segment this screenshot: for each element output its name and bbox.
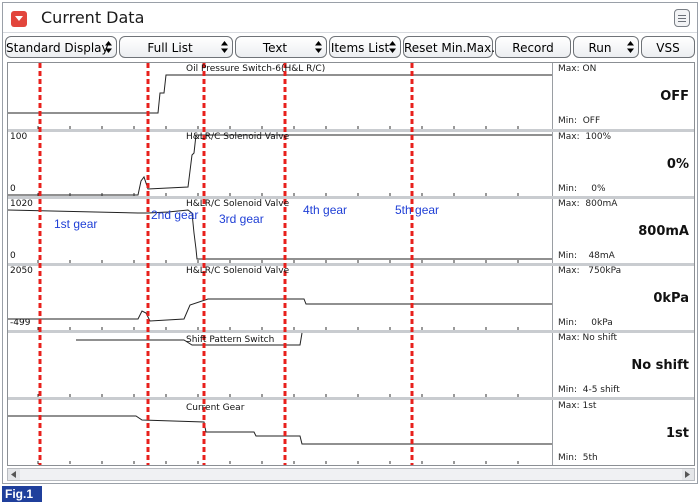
y-axis-max-label: 2050: [10, 266, 33, 276]
panel-title: Current Gear: [186, 403, 245, 413]
y-axis-max-label: 100: [10, 132, 28, 142]
figure-label: Fig.1: [5, 487, 34, 501]
max-value: Max: 750kPa: [558, 266, 622, 276]
panel-title: H&LR/C Solenoid Valve: [186, 266, 290, 276]
spinner-arrows-icon: [627, 41, 634, 53]
value-panel: Max: 750kPa 0kPa Min: 0kPa: [553, 264, 695, 330]
min-value: Min: 0%: [558, 184, 606, 194]
record-label: Record: [512, 41, 554, 55]
value-panel: Max: ON OFF Min: OFF: [553, 63, 695, 129]
panel-title: H&LR/C Solenoid Valve: [186, 199, 290, 209]
spinner-arrows-icon: [105, 41, 112, 53]
vss-button[interactable]: VSS: [641, 36, 695, 58]
current-data-window: Current Data Standard Display Full List …: [2, 2, 698, 484]
trace-solenoid-pressure: [8, 298, 552, 322]
record-button[interactable]: Record: [495, 36, 571, 58]
value-panel: Max: 1st 1st Min: 5th: [553, 398, 695, 464]
display-mode-label: Standard Display: [6, 41, 109, 55]
gear-annotation-5th: 5th gear: [395, 203, 440, 217]
min-value: Min: 5th: [558, 453, 598, 463]
panel-title: Oil Pressure Switch-6(H&L R/C): [186, 64, 326, 74]
gear-annotation-2nd: 2nd gear: [151, 208, 199, 222]
scroll-left-arrow-icon[interactable]: [8, 469, 20, 480]
figure-label-badge: Fig.1: [2, 486, 42, 502]
panel-title: Shift Pattern Switch: [186, 335, 275, 345]
max-value: Max: ON: [558, 64, 597, 74]
toolbar: Standard Display Full List Text Items Li…: [3, 36, 697, 60]
time-axis-ticks: [37, 126, 519, 464]
gear-annotation-4th: 4th gear: [303, 203, 348, 217]
spinner-arrows-icon: [315, 41, 322, 53]
min-value: Min: 0kPa: [558, 318, 613, 328]
panel-title: H&LR/C Solenoid Valve: [186, 132, 290, 142]
value-panel: Max: No shift No shift Min: 4-5 shift: [553, 331, 695, 397]
reset-minmax-label: Reset Min.Max.: [404, 41, 496, 55]
y-axis-min-label: 0: [10, 251, 16, 261]
min-value: Min: OFF: [558, 116, 601, 126]
y-axis-min-label: -499: [10, 318, 31, 328]
current-value: 1st: [666, 426, 689, 441]
max-value: Max: No shift: [558, 333, 618, 343]
scroll-right-arrow-icon[interactable]: [682, 469, 694, 480]
dropdown-arrow-icon[interactable]: [11, 11, 27, 27]
trace-current-gear: [8, 415, 552, 445]
trace-solenoid-percent: [8, 134, 552, 196]
display-mode-select[interactable]: Standard Display: [5, 36, 117, 58]
hamburger-menu-icon[interactable]: [674, 9, 690, 27]
current-value: 0%: [666, 157, 689, 172]
current-value: OFF: [660, 89, 689, 104]
title-bar: Current Data: [3, 3, 697, 33]
min-value: Min: 4-5 shift: [558, 385, 620, 395]
max-value: Max: 1st: [558, 401, 597, 411]
value-panel: Max: 100% 0% Min: 0%: [553, 130, 695, 196]
max-value: Max: 100%: [558, 132, 612, 142]
max-value: Max: 800mA: [558, 199, 618, 209]
run-select[interactable]: Run: [573, 36, 639, 58]
list-mode-select[interactable]: Full List: [119, 36, 233, 58]
reset-minmax-button[interactable]: Reset Min.Max.: [403, 36, 496, 58]
run-label: Run: [588, 41, 612, 55]
gear-annotation-3rd: 3rd gear: [219, 212, 264, 226]
items-list-label: Items List: [330, 41, 390, 55]
spinner-arrows-icon: [389, 41, 396, 53]
current-value: 800mA: [638, 224, 689, 239]
min-value: Min: 48mA: [558, 251, 615, 261]
current-value: No shift: [631, 358, 689, 373]
current-value: 0kPa: [653, 291, 689, 306]
items-list-select[interactable]: Items List: [329, 36, 401, 58]
spinner-arrows-icon: [221, 41, 228, 53]
view-mode-select[interactable]: Text: [235, 36, 327, 58]
window-title: Current Data: [41, 8, 145, 27]
vss-label: VSS: [656, 41, 680, 55]
list-mode-label: Full List: [147, 41, 193, 55]
gear-annotation-1st: 1st gear: [54, 217, 98, 231]
graph-area: Oil Pressure Switch-6(H&L R/C) Max: ON O…: [7, 62, 695, 466]
y-axis-max-label: 1020: [10, 199, 33, 209]
view-mode-label: Text: [262, 41, 288, 55]
value-panel: Max: 800mA 800mA Min: 48mA: [553, 197, 695, 263]
horizontal-scrollbar[interactable]: [7, 468, 695, 481]
y-axis-min-label: 0: [10, 184, 16, 194]
trace-oil-pressure-switch: [8, 74, 552, 114]
